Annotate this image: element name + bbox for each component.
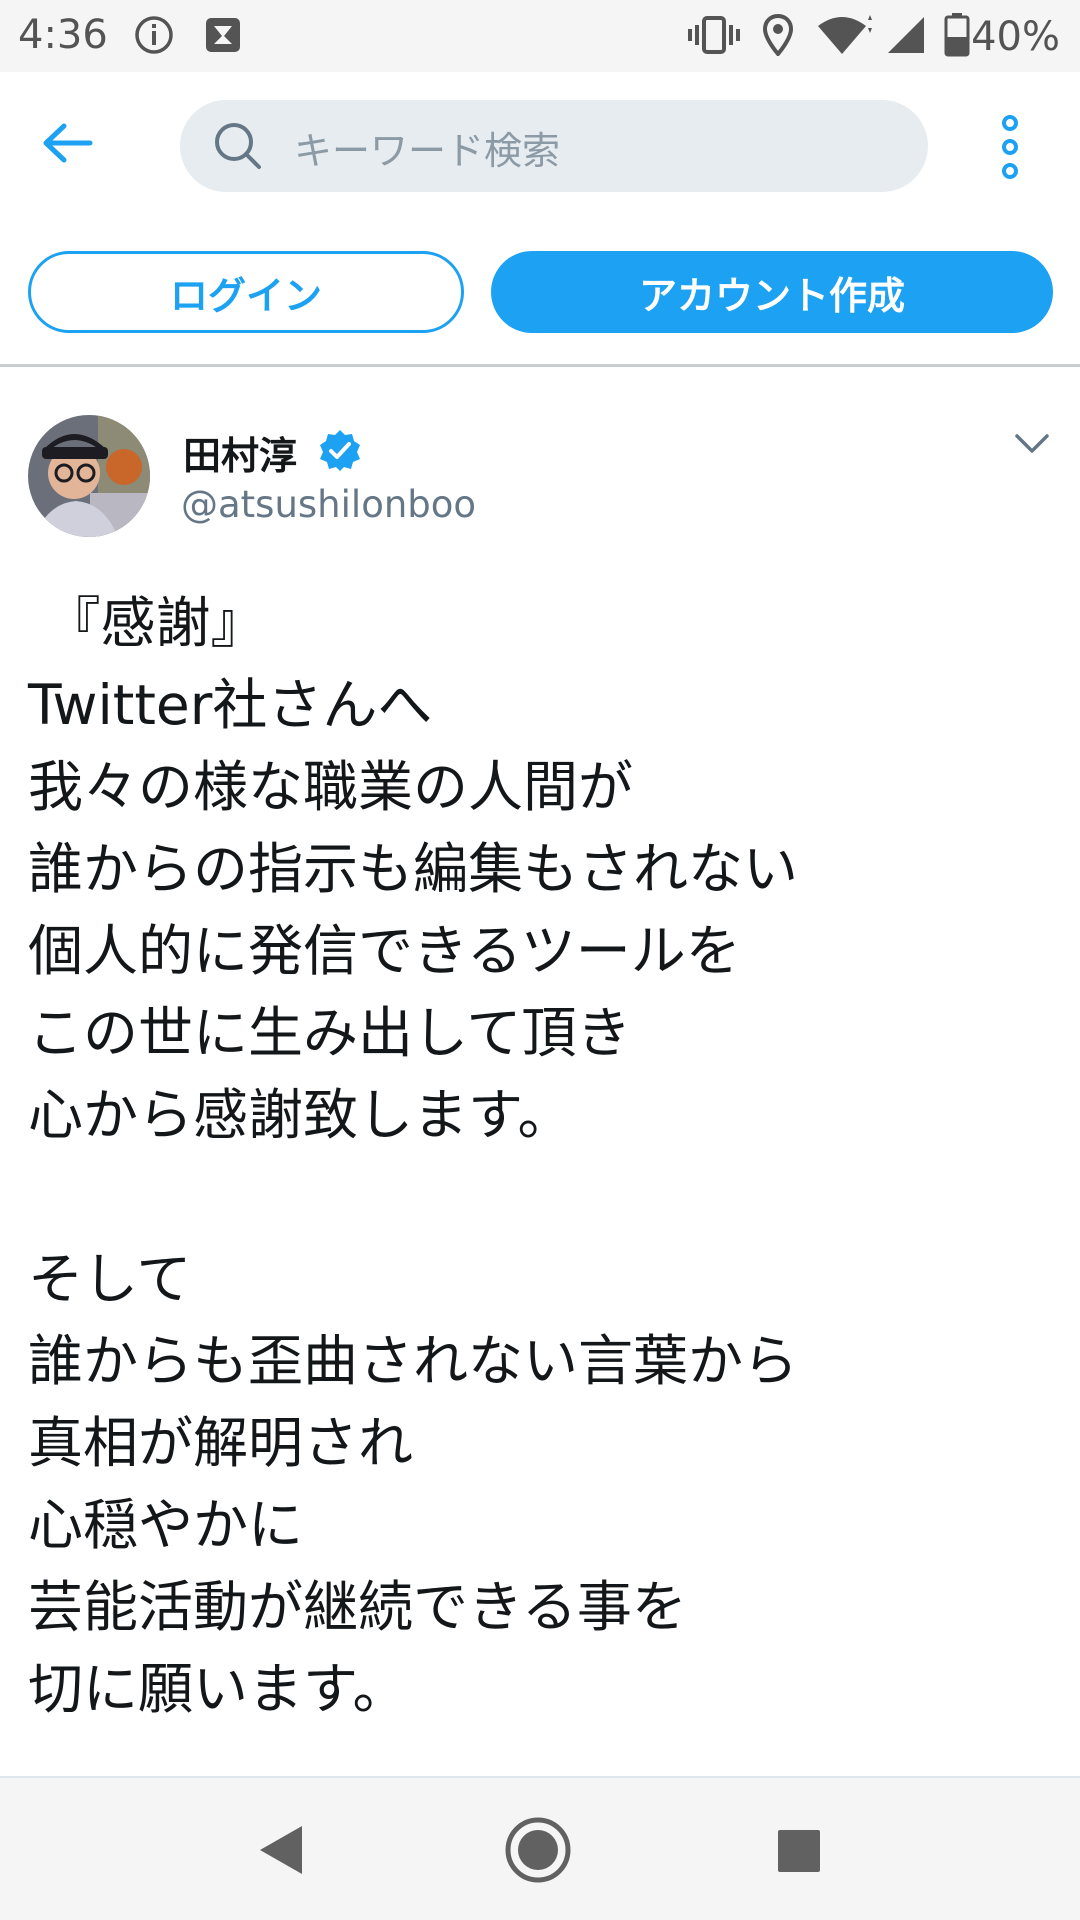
create-account-button[interactable]: アカウント作成 bbox=[491, 251, 1053, 333]
nav-back-icon[interactable] bbox=[256, 1824, 306, 1876]
status-time: 4:36 bbox=[18, 12, 108, 58]
more-options-icon[interactable] bbox=[990, 114, 1030, 180]
divider bbox=[0, 364, 1080, 367]
nav-home-icon[interactable] bbox=[504, 1816, 572, 1884]
battery-percentage: 40% bbox=[971, 14, 1060, 60]
chevron-down-icon[interactable] bbox=[1014, 432, 1050, 456]
signal-icon bbox=[886, 12, 926, 58]
location-icon bbox=[762, 12, 794, 58]
status-bar: 4:36 40% bbox=[0, 0, 1080, 72]
author-name[interactable]: 田村淳 bbox=[183, 425, 297, 480]
back-arrow-icon[interactable] bbox=[40, 118, 100, 168]
notification-icon bbox=[204, 12, 242, 58]
search-icon bbox=[212, 120, 264, 172]
vibrate-icon bbox=[688, 12, 740, 58]
info-icon bbox=[134, 12, 174, 58]
system-nav-bar bbox=[0, 1778, 1080, 1920]
search-input[interactable]: キーワード検索 bbox=[294, 120, 560, 175]
login-button[interactable]: ログイン bbox=[28, 251, 464, 333]
wifi-icon bbox=[816, 12, 874, 58]
search-bar[interactable]: キーワード検索 bbox=[180, 100, 928, 192]
author-handle[interactable]: @atsushilonboo bbox=[181, 483, 476, 526]
battery-icon bbox=[944, 12, 970, 58]
nav-recents-icon[interactable] bbox=[776, 1828, 822, 1874]
verified-badge-icon bbox=[318, 428, 362, 472]
tweet-text: 『感謝』 Twitter社さんへ 我々の様な職業の人間が 誰からの指示も編集もさ… bbox=[28, 591, 799, 1721]
top-bar: キーワード検索 bbox=[0, 72, 1080, 222]
avatar[interactable] bbox=[28, 415, 150, 537]
